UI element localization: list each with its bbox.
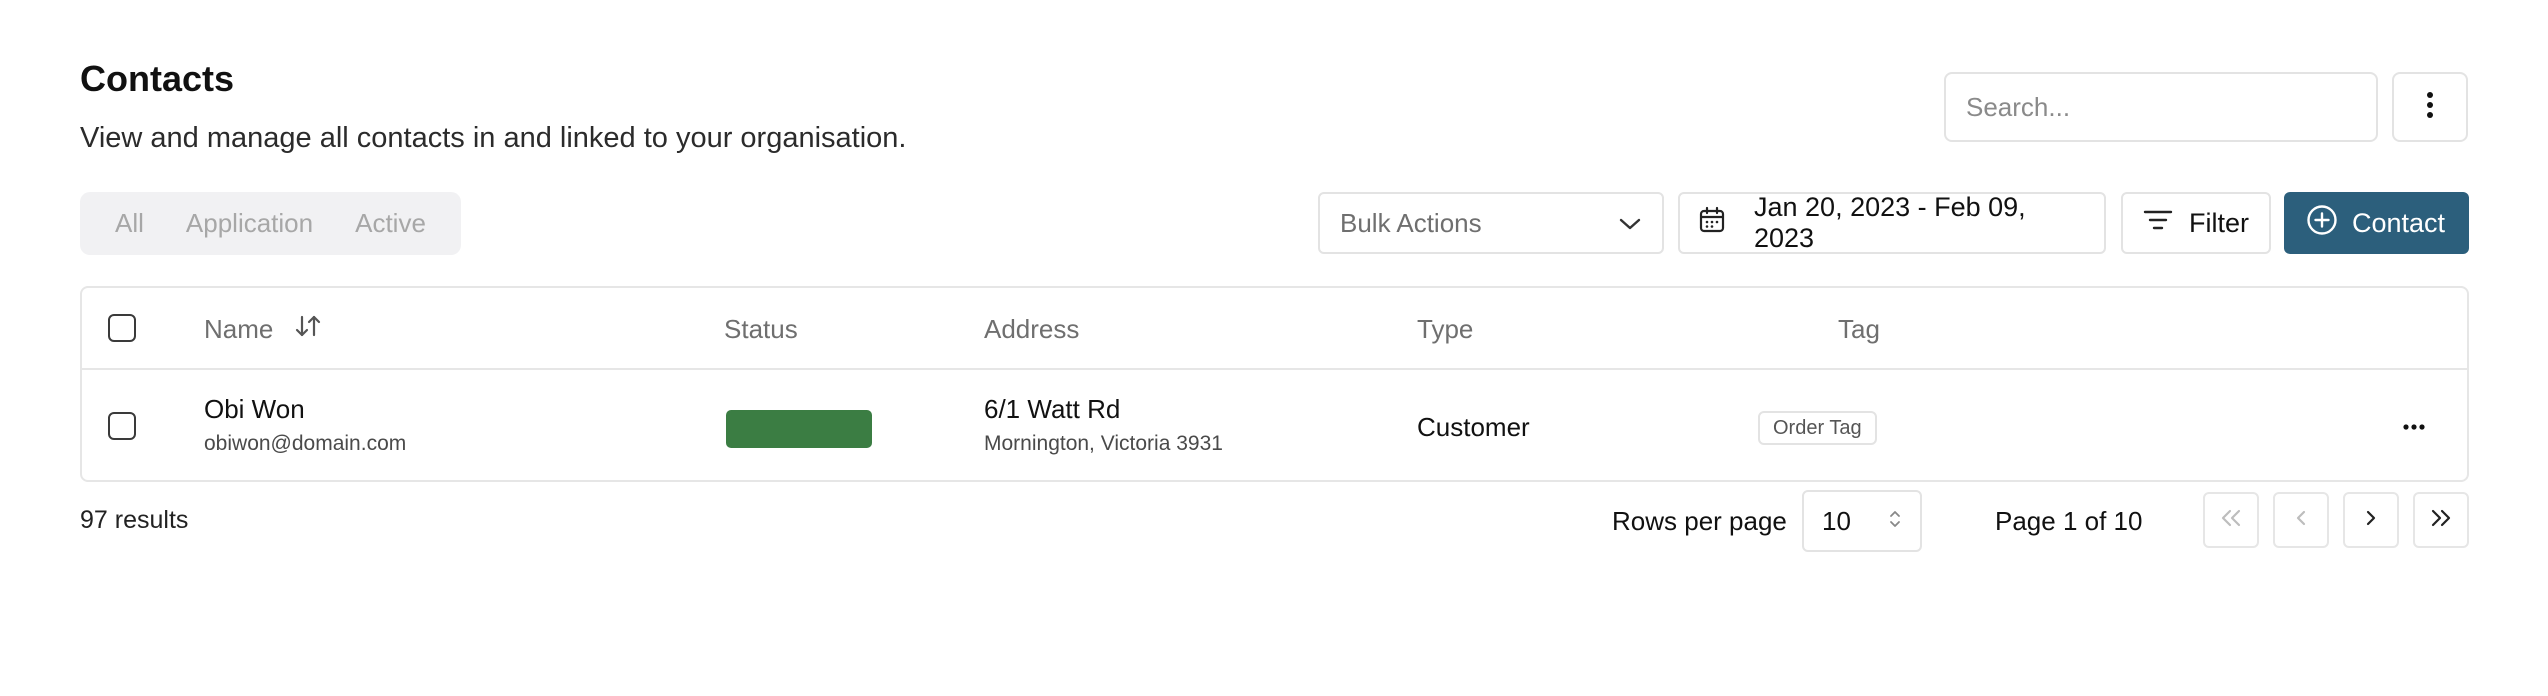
add-contact-label: Contact [2352,207,2446,238]
add-contact-button[interactable]: Contact [2284,192,2469,254]
filter-label: Filter [2189,207,2249,238]
ellipsis-horizontal-icon [2402,418,2426,436]
calendar-icon [1698,206,1726,241]
column-header-type: Type [1417,314,1474,344]
address-line-2: Mornington, Victoria 3931 [984,432,1223,455]
column-header-address: Address [984,314,1080,344]
tab-active[interactable]: Active [334,208,447,239]
chevron-up-down-icon [1888,506,1902,537]
rows-per-page-select[interactable]: 10 [1802,490,1922,552]
page-subtitle: View and manage all contacts in and link… [80,122,907,154]
status-badge [726,410,872,448]
page-info: Page 1 of 10 [1995,506,2143,536]
contacts-table: Name Status Address Type Tag Obi Won obi… [80,286,2469,482]
bulk-actions-label: Bulk Actions [1340,207,1482,238]
search-input[interactable] [1944,72,2378,142]
filter-button[interactable]: Filter [2121,192,2271,254]
page-title: Contacts [80,58,235,99]
more-options-button[interactable] [2392,72,2468,142]
chevrons-left-icon [2219,508,2243,533]
filter-lines-icon [2143,208,2173,239]
contact-name[interactable]: Obi Won [204,394,305,425]
row-actions-button[interactable] [2394,412,2434,442]
tag-badge: Order Tag [1758,411,1877,445]
kebab-vertical-icon [2425,90,2435,125]
table-header: Name Status Address Type Tag [82,288,2467,370]
last-page-button[interactable] [2413,492,2469,548]
column-header-name-label: Name [204,314,274,344]
results-count: 97 results [80,506,189,534]
tab-all[interactable]: All [94,208,165,239]
column-header-name[interactable]: Name [204,314,321,345]
column-header-status: Status [724,314,798,344]
sort-arrows-icon[interactable] [295,314,321,345]
chevrons-right-icon [2429,508,2453,533]
next-page-button[interactable] [2343,492,2399,548]
status-tabs: All Application Active [80,192,461,255]
plus-circle-icon [2306,204,2338,243]
tab-application[interactable]: Application [165,208,334,239]
chevron-down-icon [1618,208,1642,239]
bulk-actions-select[interactable]: Bulk Actions [1318,192,1664,254]
table-row[interactable]: Obi Won obiwon@domain.com 6/1 Watt Rd Mo… [82,372,2467,482]
column-header-tag: Tag [1838,314,1880,344]
contact-type: Customer [1417,412,1530,442]
date-range-label: Jan 20, 2023 - Feb 09, 2023 [1754,192,2026,253]
chevron-left-icon [2294,508,2308,533]
rows-per-page-value: 10 [1822,505,1851,536]
select-all-checkbox[interactable] [108,314,136,342]
first-page-button[interactable] [2203,492,2259,548]
chevron-right-icon [2364,508,2378,533]
rows-per-page-label: Rows per page [1612,506,1787,536]
previous-page-button[interactable] [2273,492,2329,548]
address-line-1: 6/1 Watt Rd [984,394,1121,424]
row-checkbox[interactable] [108,412,136,440]
date-range-picker[interactable]: Jan 20, 2023 - Feb 09, 2023 [1678,192,2106,254]
contact-email: obiwon@domain.com [204,432,407,455]
